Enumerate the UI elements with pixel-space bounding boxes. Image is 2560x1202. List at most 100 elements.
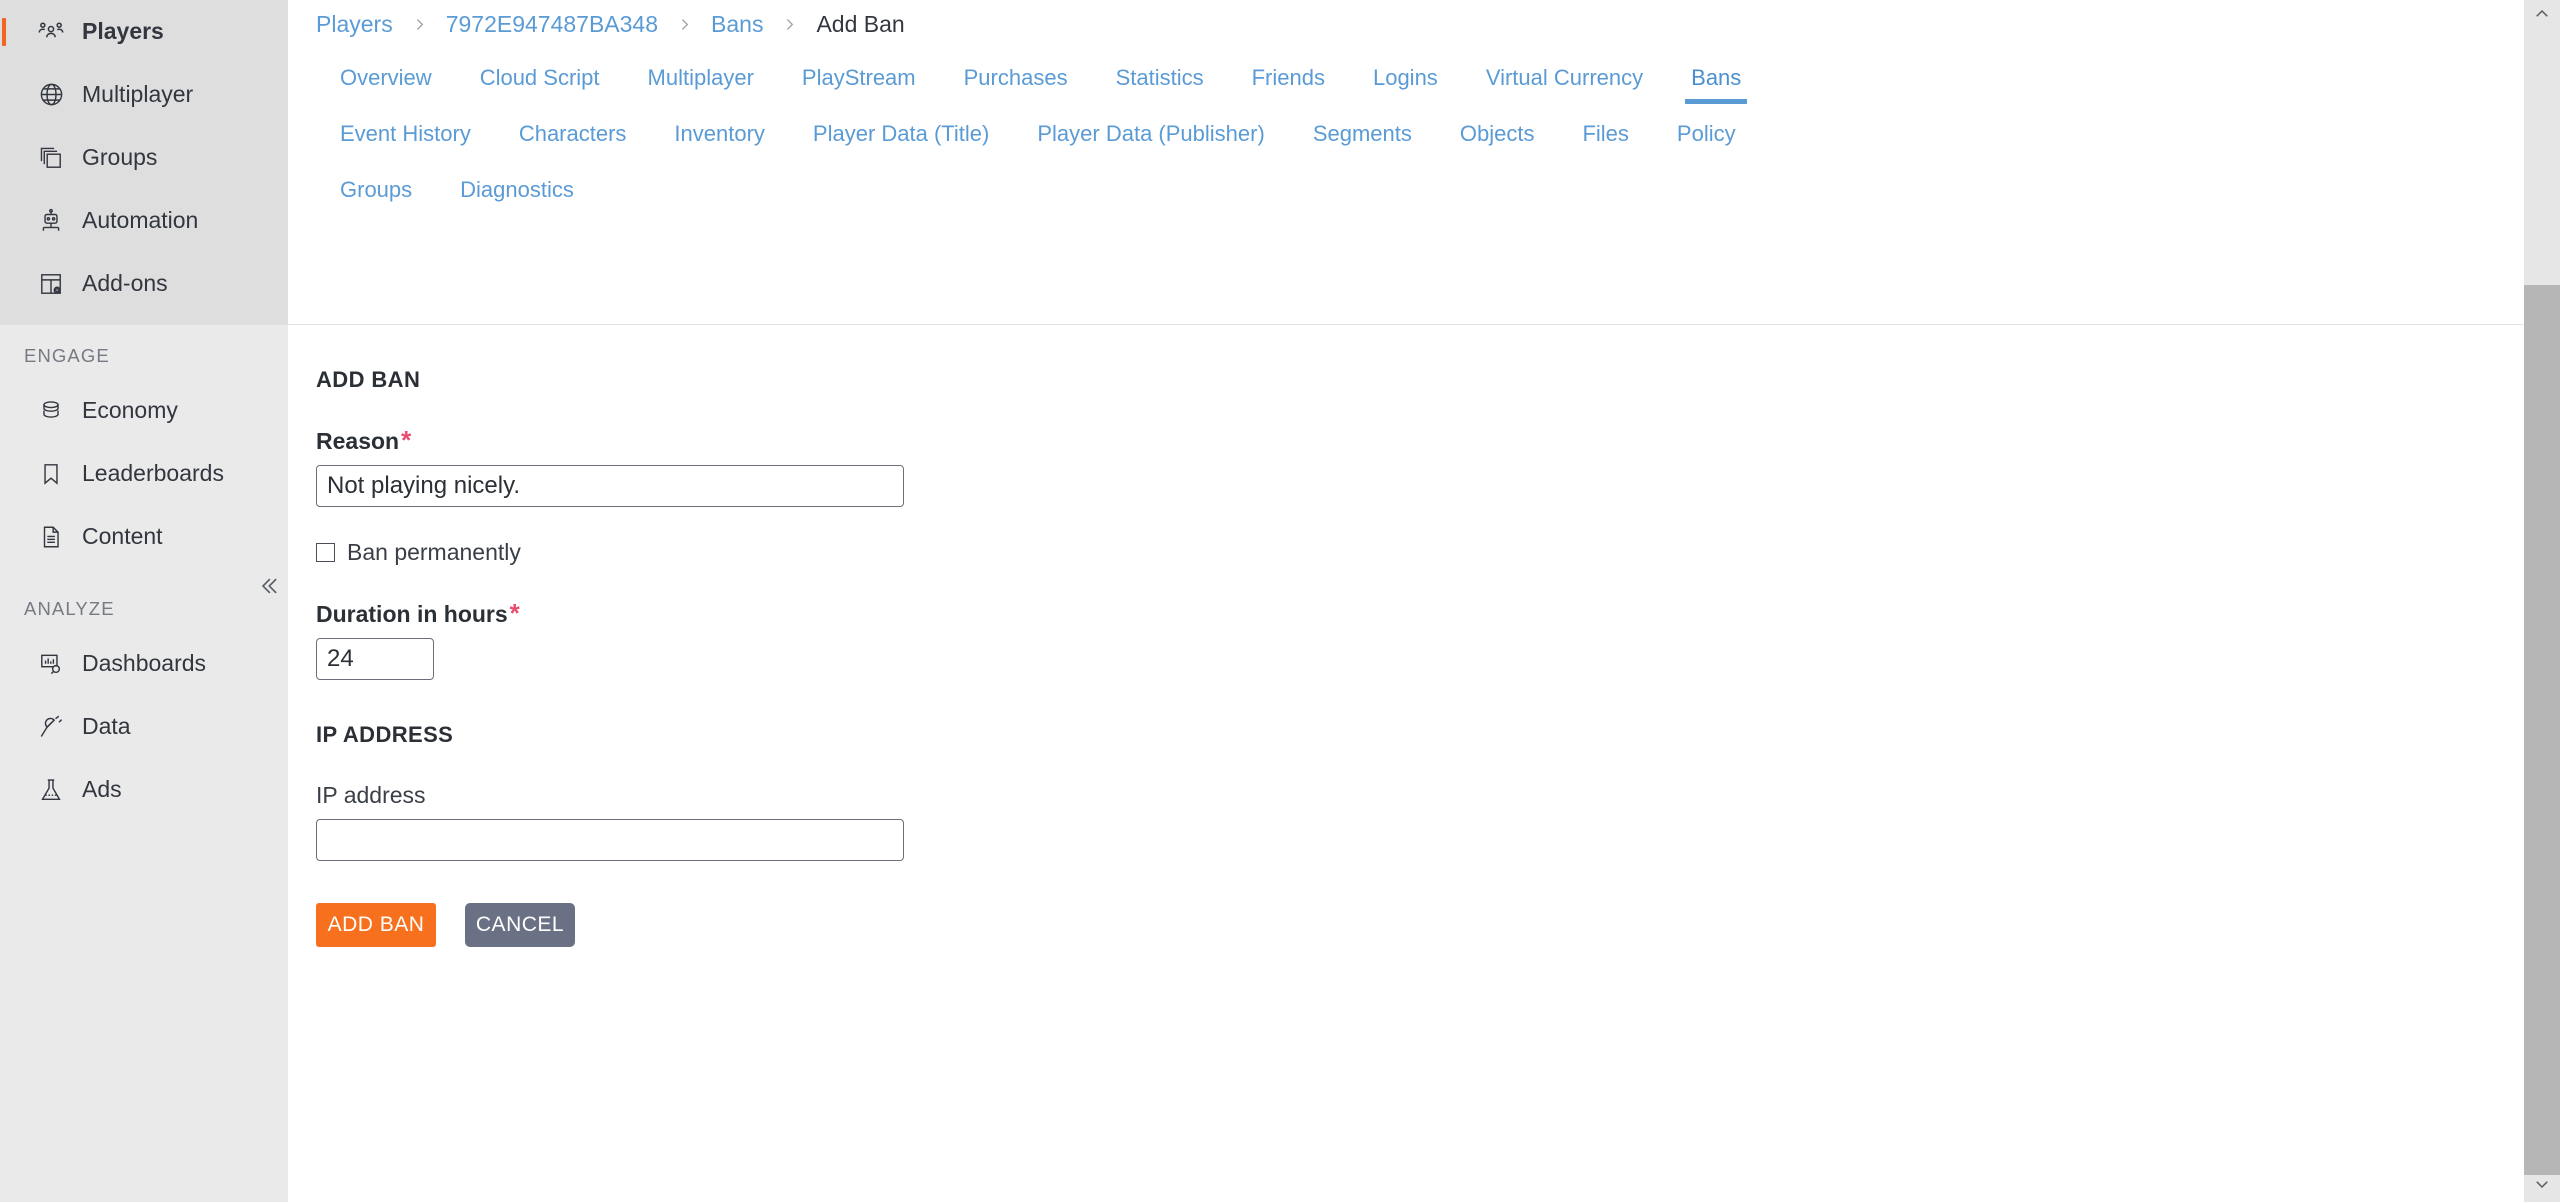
tab-label: Cloud Script — [479, 65, 600, 90]
chevron-right-icon — [676, 16, 693, 33]
tab-virtual-currency[interactable]: Virtual Currency — [1462, 52, 1667, 104]
sidebar-item-label: Dashboards — [82, 650, 207, 676]
double-chevron-left-icon — [253, 571, 283, 606]
ban-permanently-row[interactable]: Ban permanently — [316, 539, 2524, 566]
tab-inventory[interactable]: Inventory — [650, 108, 789, 160]
sidebar-item-label: Ads — [82, 776, 122, 802]
main-panel: Players 7972E947487BA348 Bans Add Ban Ov… — [288, 0, 2524, 1202]
tab-label: Overview — [340, 65, 432, 90]
tab-label: Statistics — [1115, 65, 1204, 90]
sidebar-item-content[interactable]: Content — [0, 505, 288, 568]
sidebar-item-add-ons[interactable]: Add-ons — [0, 252, 288, 315]
sidebar-item-ads[interactable]: Ads — [0, 758, 288, 821]
tab-label: Diagnostics — [460, 177, 574, 202]
sidebar-item-label: Add-ons — [82, 270, 168, 296]
tab-objects[interactable]: Objects — [1436, 108, 1559, 160]
tab-player-data-title[interactable]: Player Data (Title) — [789, 108, 1013, 160]
scrollbar-thumb[interactable] — [2524, 285, 2560, 1175]
tab-player-data-publisher[interactable]: Player Data (Publisher) — [1013, 108, 1288, 160]
sidebar-item-economy[interactable]: Economy — [0, 379, 288, 442]
required-marker-icon: * — [401, 425, 412, 455]
app-root: Players Multiplayer Groups Automation Ad… — [0, 0, 2560, 1202]
ban-permanently-checkbox[interactable] — [316, 543, 335, 562]
ip-address-label: IP address — [316, 782, 2524, 809]
tab-label: Bans — [1691, 65, 1742, 90]
scroll-down-button[interactable] — [2524, 1170, 2560, 1202]
breadcrumb: Players 7972E947487BA348 Bans Add Ban — [288, 0, 2524, 48]
tab-logins[interactable]: Logins — [1349, 52, 1462, 104]
bookmark-icon — [34, 457, 68, 491]
tab-statistics[interactable]: Statistics — [1092, 52, 1228, 104]
form-heading: ADD BAN — [316, 367, 421, 392]
reason-input[interactable] — [316, 465, 904, 507]
tab-row-3: Groups Diagnostics — [316, 160, 2524, 216]
required-marker-icon: * — [509, 598, 520, 628]
add-ban-button[interactable]: ADD BAN — [316, 903, 436, 947]
tab-purchases[interactable]: Purchases — [940, 52, 1092, 104]
tab-bar: Overview Cloud Script Multiplayer PlaySt… — [288, 48, 2524, 216]
form-actions: ADD BAN CANCEL — [316, 903, 2524, 947]
tab-label: Friends — [1251, 65, 1325, 90]
sidebar-item-label: Players — [82, 18, 164, 44]
tab-label: Purchases — [963, 65, 1068, 90]
sidebar-item-label: Groups — [82, 144, 158, 170]
duration-input[interactable] — [316, 638, 434, 680]
tab-diagnostics[interactable]: Diagnostics — [436, 164, 598, 216]
breadcrumb-item-bans[interactable]: Bans — [711, 11, 763, 38]
sidebar-item-dashboards[interactable]: Dashboards — [0, 632, 288, 695]
tab-event-history[interactable]: Event History — [316, 108, 495, 160]
scroll-up-button[interactable] — [2524, 0, 2560, 32]
tab-label: Player Data (Publisher) — [1037, 121, 1265, 146]
sidebar-collapse-button[interactable] — [250, 570, 286, 606]
plug-icon — [34, 710, 68, 744]
tab-label: Policy — [1676, 121, 1736, 146]
tab-row-2: Event History Characters Inventory Playe… — [316, 104, 2524, 160]
tab-groups[interactable]: Groups — [316, 164, 436, 216]
tab-segments[interactable]: Segments — [1289, 108, 1436, 160]
sidebar-item-multiplayer[interactable]: Multiplayer — [0, 63, 288, 126]
breadcrumb-item-add-ban: Add Ban — [816, 10, 905, 37]
ban-permanently-label: Ban permanently — [347, 539, 521, 565]
ip-address-input[interactable] — [316, 819, 904, 861]
tab-cloud-script[interactable]: Cloud Script — [456, 52, 624, 104]
sidebar-section-engage: ENGAGE — [24, 345, 110, 366]
tab-multiplayer[interactable]: Multiplayer — [624, 52, 778, 104]
active-tab-underline — [1685, 99, 1748, 104]
coins-icon — [34, 394, 68, 428]
sidebar-item-label: Content — [82, 523, 163, 549]
tab-bans[interactable]: Bans — [1667, 52, 1765, 104]
tab-row-1: Overview Cloud Script Multiplayer PlaySt… — [316, 48, 2524, 104]
reason-label-text: Reason — [316, 428, 400, 454]
chevron-right-icon — [781, 16, 798, 33]
tab-label: PlayStream — [801, 65, 916, 90]
tab-label: Player Data (Title) — [812, 121, 990, 146]
cancel-button[interactable]: CANCEL — [465, 903, 575, 947]
tab-label: Characters — [518, 121, 627, 146]
ip-address-heading: IP ADDRESS — [316, 722, 454, 747]
sidebar-item-players[interactable]: Players — [0, 0, 288, 63]
sidebar-item-leaderboards[interactable]: Leaderboards — [0, 442, 288, 505]
robot-icon — [34, 204, 68, 238]
dashboard-search-icon — [34, 647, 68, 681]
tab-files[interactable]: Files — [1558, 108, 1652, 160]
layers-icon — [34, 141, 68, 175]
vertical-scrollbar[interactable] — [2524, 0, 2560, 1202]
sidebar-nav: Players Multiplayer Groups Automation Ad… — [0, 0, 288, 821]
sidebar: Players Multiplayer Groups Automation Ad… — [0, 0, 288, 1202]
chevron-up-icon — [2533, 5, 2551, 28]
tab-characters[interactable]: Characters — [495, 108, 651, 160]
tab-label: Logins — [1372, 65, 1438, 90]
tab-policy[interactable]: Policy — [1653, 108, 1760, 160]
sidebar-item-groups[interactable]: Groups — [0, 126, 288, 189]
tab-label: Groups — [340, 177, 413, 202]
tab-label: Inventory — [674, 121, 765, 146]
breadcrumb-item-players[interactable]: Players — [316, 11, 393, 38]
sidebar-item-data[interactable]: Data — [0, 695, 288, 758]
sidebar-item-automation[interactable]: Automation — [0, 189, 288, 252]
tab-friends[interactable]: Friends — [1228, 52, 1349, 104]
tab-playstream[interactable]: PlayStream — [778, 52, 940, 104]
tab-overview[interactable]: Overview — [316, 52, 456, 104]
breadcrumb-item-player-id[interactable]: 7972E947487BA348 — [446, 11, 658, 38]
